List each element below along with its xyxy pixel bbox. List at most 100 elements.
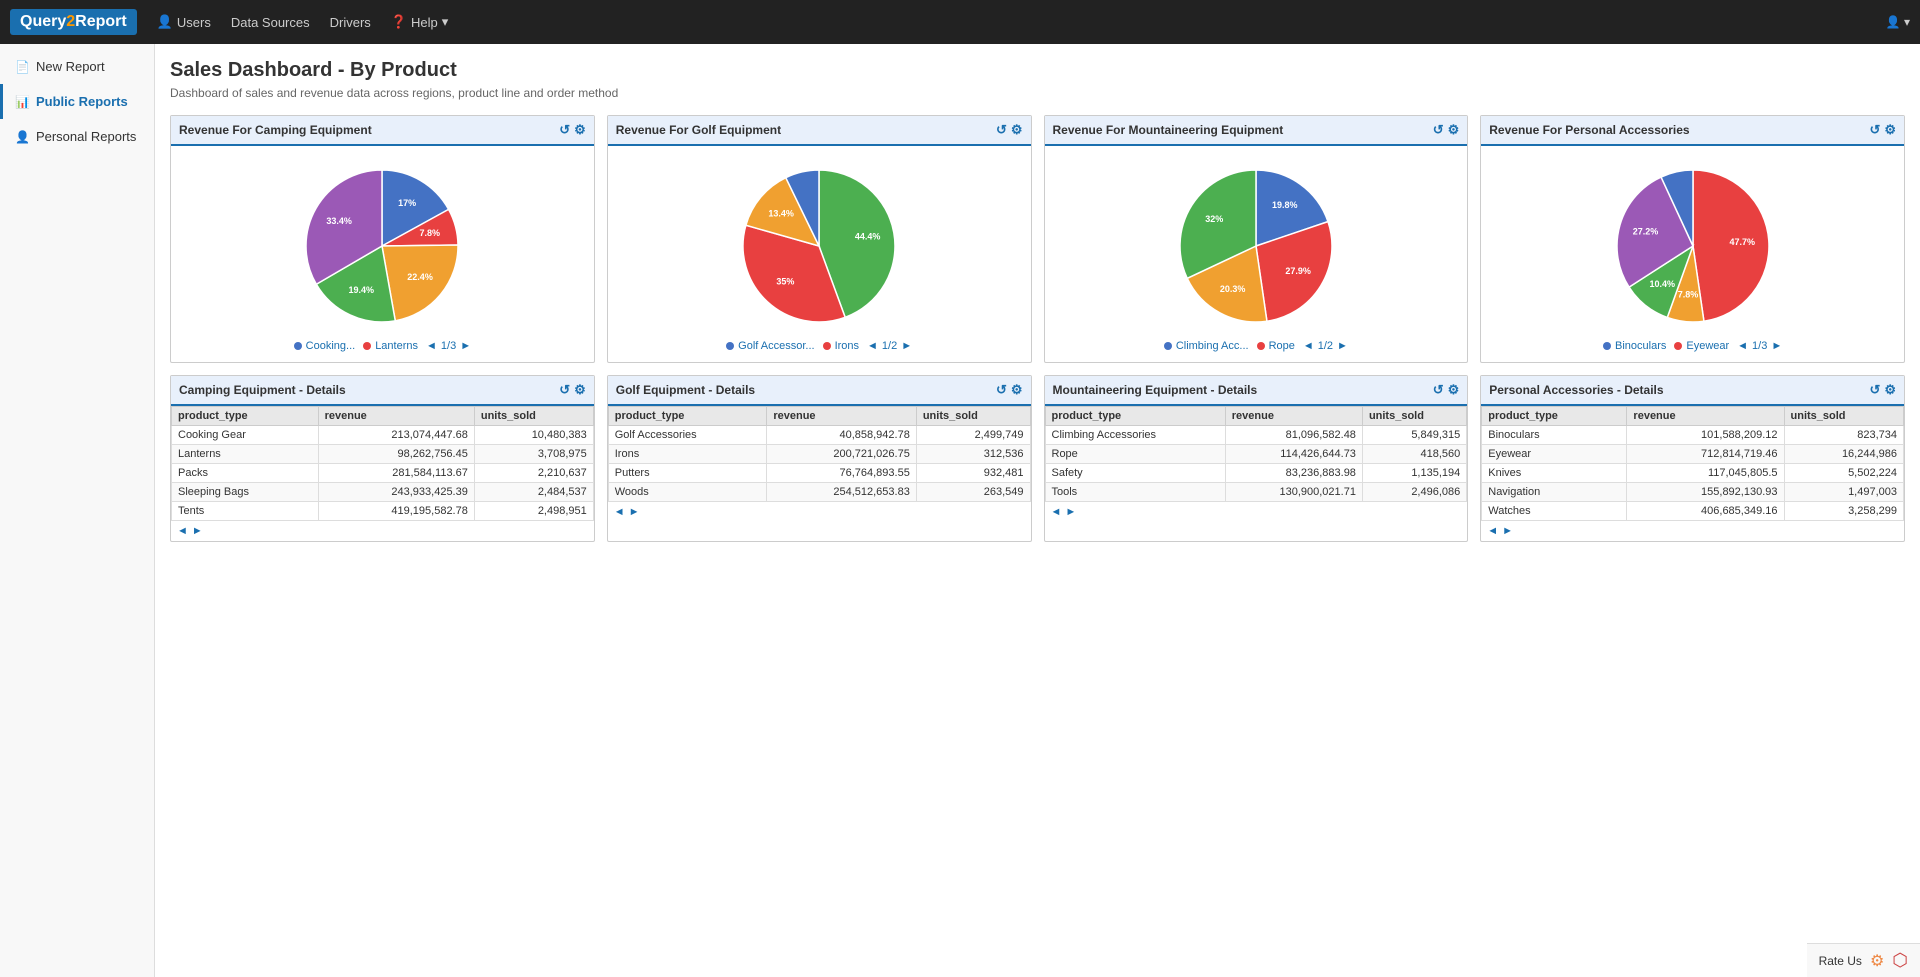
pie-chart: 17%7.8%22.4%19.4%33.4% xyxy=(302,166,462,326)
table-row: Watches406,685,349.163,258,299 xyxy=(1482,502,1904,521)
col-header: units_sold xyxy=(1362,407,1466,426)
svg-text:22.4%: 22.4% xyxy=(408,272,434,282)
chart-title: Revenue For Personal Accessories xyxy=(1489,123,1689,137)
user-icon: 👤 xyxy=(157,14,173,30)
chart-header: Revenue For Golf Equipment ↺ ⚙ xyxy=(608,116,1031,146)
page-indicator: 1/3 xyxy=(1752,340,1767,352)
settings-icon[interactable]: ⚙ xyxy=(1011,122,1023,138)
prev-arrow[interactable]: ◄ xyxy=(1303,340,1314,352)
table-cell: 419,195,582.78 xyxy=(318,502,474,521)
table-cell: Cooking Gear xyxy=(172,426,319,445)
chart-header: Revenue For Camping Equipment ↺ ⚙ xyxy=(171,116,594,146)
next-table-arrow[interactable]: ► xyxy=(629,506,640,518)
prev-arrow[interactable]: ◄ xyxy=(426,340,437,352)
table-cell: 5,502,224 xyxy=(1784,464,1904,483)
settings-icon[interactable]: ⚙ xyxy=(1011,382,1023,398)
table-cell: 1,497,003 xyxy=(1784,483,1904,502)
table-row: Eyewear712,814,719.4616,244,986 xyxy=(1482,445,1904,464)
svg-text:35%: 35% xyxy=(777,277,795,287)
table-cell: 263,549 xyxy=(916,483,1030,502)
table-row: Safety83,236,883.981,135,194 xyxy=(1045,464,1467,483)
refresh-icon[interactable]: ↺ xyxy=(1433,382,1444,398)
table-cell: 76,764,893.55 xyxy=(767,464,916,483)
legend-item[interactable]: Golf Accessor... xyxy=(726,340,814,352)
legend-item[interactable]: Cooking... xyxy=(294,340,356,352)
table-row: Cooking Gear213,074,447.6810,480,383 xyxy=(172,426,594,445)
table-card-golf-table: Golf Equipment - Details ↺ ⚙ product_typ… xyxy=(607,375,1032,542)
table-title: Camping Equipment - Details xyxy=(179,383,346,397)
user-menu[interactable]: 👤 ▾ xyxy=(1886,15,1910,29)
table-row: Binoculars101,588,209.12823,734 xyxy=(1482,426,1904,445)
footer[interactable]: Rate Us ⚙ ⬡ xyxy=(1807,943,1920,977)
settings-icon[interactable]: ⚙ xyxy=(1448,122,1460,138)
svg-text:7.8%: 7.8% xyxy=(1677,290,1698,300)
refresh-icon[interactable]: ↺ xyxy=(1433,122,1444,138)
legend-item[interactable]: Lanterns xyxy=(363,340,418,352)
table-cell: 406,685,349.16 xyxy=(1627,502,1784,521)
table-row: Tents419,195,582.782,498,951 xyxy=(172,502,594,521)
next-arrow[interactable]: ► xyxy=(1337,340,1348,352)
legend-item[interactable]: Irons xyxy=(823,340,859,352)
legend-item[interactable]: Rope xyxy=(1257,340,1295,352)
sidebar-item-personal-reports[interactable]: 👤 Personal Reports xyxy=(0,119,154,154)
settings-icon[interactable]: ⚙ xyxy=(1884,122,1896,138)
prev-table-arrow[interactable]: ◄ xyxy=(614,506,625,518)
next-arrow[interactable]: ► xyxy=(901,340,912,352)
nav-datasources[interactable]: Data Sources xyxy=(231,15,310,30)
next-arrow[interactable]: ► xyxy=(1771,340,1782,352)
sidebar-item-new-report[interactable]: 📄 New Report xyxy=(0,49,154,84)
prev-arrow[interactable]: ◄ xyxy=(867,340,878,352)
col-header: product_type xyxy=(1045,407,1225,426)
sidebar-item-public-reports[interactable]: 📊 Public Reports xyxy=(0,84,154,119)
legend-item[interactable]: Eyewear xyxy=(1674,340,1729,352)
refresh-icon[interactable]: ↺ xyxy=(996,382,1007,398)
refresh-icon[interactable]: ↺ xyxy=(1869,382,1880,398)
nav-users[interactable]: 👤 Users xyxy=(157,14,211,30)
table-card-mountaineering-table: Mountaineering Equipment - Details ↺ ⚙ p… xyxy=(1044,375,1469,542)
chart-header: Revenue For Mountaineering Equipment ↺ ⚙ xyxy=(1045,116,1468,146)
next-table-arrow[interactable]: ► xyxy=(1502,525,1513,537)
chart-title: Revenue For Golf Equipment xyxy=(616,123,781,137)
table-cell: 101,588,209.12 xyxy=(1627,426,1784,445)
col-header: units_sold xyxy=(474,407,593,426)
refresh-icon[interactable]: ↺ xyxy=(559,122,570,138)
svg-text:44.4%: 44.4% xyxy=(855,232,881,242)
nav-help[interactable]: ❓ Help ▾ xyxy=(391,14,448,30)
settings-icon[interactable]: ⚙ xyxy=(1448,382,1460,398)
footer-extra-icon: ⬡ xyxy=(1892,950,1908,971)
page-indicator: 1/2 xyxy=(1318,340,1333,352)
col-header: product_type xyxy=(608,407,767,426)
next-arrow[interactable]: ► xyxy=(460,340,471,352)
pie-nav: ◄ 1/3 ► xyxy=(426,340,471,352)
brand-logo[interactable]: Query2Report xyxy=(10,9,137,35)
next-table-arrow[interactable]: ► xyxy=(1065,506,1076,518)
prev-table-arrow[interactable]: ◄ xyxy=(1051,506,1062,518)
settings-icon[interactable]: ⚙ xyxy=(574,122,586,138)
col-header: revenue xyxy=(318,407,474,426)
next-table-arrow[interactable]: ► xyxy=(192,525,203,537)
chart-card-camping: Revenue For Camping Equipment ↺ ⚙ 17%7.8… xyxy=(170,115,595,363)
settings-icon[interactable]: ⚙ xyxy=(574,382,586,398)
nav-drivers[interactable]: Drivers xyxy=(330,15,371,30)
page-title: Sales Dashboard - By Product xyxy=(170,59,1905,82)
settings-icon[interactable]: ⚙ xyxy=(1884,382,1896,398)
table-header: Camping Equipment - Details ↺ ⚙ xyxy=(171,376,594,406)
data-table: product_typerevenueunits_sold Golf Acces… xyxy=(608,406,1031,502)
svg-text:13.4%: 13.4% xyxy=(768,209,794,219)
refresh-icon[interactable]: ↺ xyxy=(996,122,1007,138)
prev-table-arrow[interactable]: ◄ xyxy=(177,525,188,537)
table-row: Golf Accessories40,858,942.782,499,749 xyxy=(608,426,1030,445)
table-cell: Navigation xyxy=(1482,483,1627,502)
table-row: Putters76,764,893.55932,481 xyxy=(608,464,1030,483)
table-cell: 2,499,749 xyxy=(916,426,1030,445)
chart-card-golf: Revenue For Golf Equipment ↺ ⚙ 44.4% 35% 1… xyxy=(607,115,1032,363)
prev-arrow[interactable]: ◄ xyxy=(1737,340,1748,352)
refresh-icon[interactable]: ↺ xyxy=(1869,122,1880,138)
svg-text:20.3%: 20.3% xyxy=(1220,284,1246,294)
refresh-icon[interactable]: ↺ xyxy=(559,382,570,398)
legend-item[interactable]: Climbing Acc... xyxy=(1164,340,1249,352)
prev-table-arrow[interactable]: ◄ xyxy=(1487,525,1498,537)
pie-nav: ◄ 1/2 ► xyxy=(867,340,912,352)
legend-item[interactable]: Binoculars xyxy=(1603,340,1666,352)
table-cell: 16,244,986 xyxy=(1784,445,1904,464)
